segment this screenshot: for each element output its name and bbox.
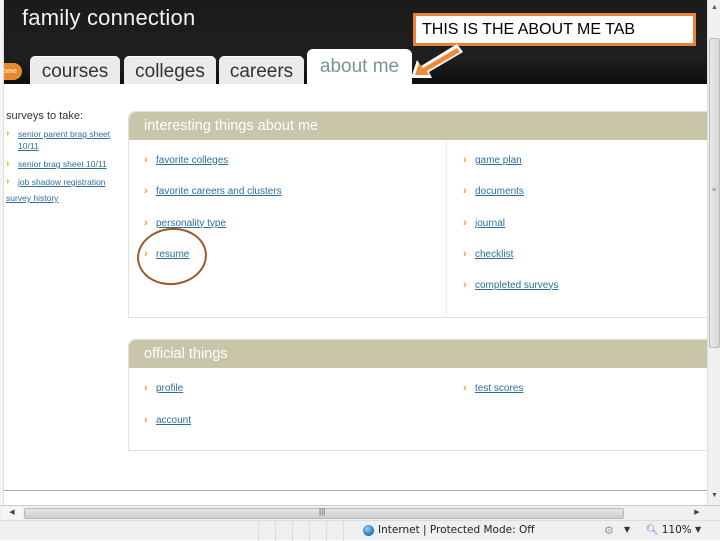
list-item: › journal: [463, 217, 505, 229]
link-game-plan[interactable]: game plan: [475, 155, 522, 166]
link-favorite-colleges[interactable]: favorite colleges: [156, 155, 228, 166]
grip-icon: |||: [319, 507, 326, 516]
zone-text: Internet | Protected Mode: Off: [378, 524, 535, 536]
survey-history-link[interactable]: survey history: [6, 193, 124, 203]
panel-column-right: › test scores: [448, 368, 707, 450]
chevron-right-icon: ›: [6, 128, 10, 139]
list-item: › documents: [463, 185, 524, 197]
magnifier-icon: 🔍︎: [646, 524, 659, 536]
surveys-title: surveys to take:: [6, 110, 84, 122]
list-item: › favorite careers and clusters: [144, 185, 282, 197]
chevron-right-icon: ›: [463, 154, 467, 166]
vertical-scrollbar[interactable]: ▲ ≡ ▼: [707, 0, 720, 505]
list-item: › favorite colleges: [144, 154, 228, 166]
panel-column-right: › game plan › documents › journal › chec…: [448, 140, 707, 317]
tab-courses[interactable]: courses: [30, 56, 120, 84]
chevron-right-icon: ›: [144, 217, 148, 229]
link-journal[interactable]: journal: [475, 218, 505, 229]
chevron-down-icon[interactable]: ▼: [624, 525, 630, 534]
surveys-sidebar: surveys to take: › senior parent brag sh…: [6, 110, 124, 203]
chevron-right-icon: ›: [463, 248, 467, 260]
link-test-scores[interactable]: test scores: [475, 383, 523, 394]
panel-official-things: official things › profile › account › te…: [128, 339, 707, 451]
zoom-control[interactable]: 🔍︎ 110%: [646, 524, 692, 536]
panel-title: official things: [129, 340, 707, 368]
grip-icon: ≡: [712, 187, 717, 194]
link-account[interactable]: account: [156, 415, 191, 426]
link-checklist[interactable]: checklist: [475, 249, 513, 260]
horizontal-scrollbar[interactable]: ◀ ||| ▶: [0, 505, 720, 520]
status-divider: [258, 521, 259, 541]
link-completed-surveys[interactable]: completed surveys: [475, 280, 558, 291]
tab-colleges[interactable]: colleges: [124, 56, 216, 84]
scroll-left-arrow-icon[interactable]: ◀: [2, 507, 22, 519]
survey-link-senior-parent-brag-sheet[interactable]: senior parent brag sheet 10/11: [18, 128, 124, 152]
panel-interesting-things: interesting things about me › favorite c…: [128, 111, 707, 318]
chevron-right-icon: ›: [144, 154, 148, 166]
addons-icon[interactable]: ⚙: [604, 524, 614, 537]
chevron-right-icon: ›: [463, 217, 467, 229]
link-profile[interactable]: profile: [156, 383, 183, 394]
security-zone[interactable]: Internet | Protected Mode: Off: [363, 524, 534, 536]
link-documents[interactable]: documents: [475, 186, 524, 197]
globe-icon: [363, 524, 374, 536]
status-divider: [275, 521, 276, 541]
survey-link-job-shadow-registration[interactable]: job shadow registration: [18, 176, 105, 188]
status-bar: Internet | Protected Mode: Off ⚙ ▼ 🔍︎ 11…: [0, 520, 720, 541]
tab-careers[interactable]: careers: [219, 56, 304, 84]
scroll-up-arrow-icon[interactable]: ▲: [708, 1, 720, 15]
link-favorite-careers[interactable]: favorite careers and clusters: [156, 186, 282, 197]
chevron-down-icon[interactable]: ▼: [695, 525, 701, 534]
chevron-right-icon: ›: [6, 176, 10, 187]
scroll-right-arrow-icon[interactable]: ▶: [690, 507, 704, 519]
survey-link-senior-brag-sheet[interactable]: senior brag sheet 10/11: [18, 158, 107, 170]
survey-item: › senior brag sheet 10/11: [6, 158, 124, 170]
zoom-level: 110%: [661, 524, 692, 536]
list-item: › test scores: [463, 382, 523, 394]
status-divider: [343, 521, 344, 541]
chevron-right-icon: ›: [463, 382, 467, 394]
chevron-right-icon: ›: [144, 382, 148, 394]
chevron-right-icon: ›: [463, 185, 467, 197]
window-left-edge: [0, 0, 4, 505]
list-item: › account: [144, 414, 191, 426]
tab-about-me[interactable]: about me: [307, 49, 412, 85]
browser-viewport: family connection ome courses colleges c…: [0, 0, 707, 505]
chevron-right-icon: ›: [6, 158, 10, 169]
chevron-right-icon: ›: [144, 185, 148, 197]
scroll-down-arrow-icon[interactable]: ▼: [708, 489, 720, 503]
list-item: › game plan: [463, 154, 522, 166]
survey-item: › job shadow registration: [6, 176, 124, 188]
vertical-scroll-thumb[interactable]: ≡: [709, 38, 720, 348]
list-item: › profile: [144, 382, 183, 394]
panel-title: interesting things about me: [129, 112, 707, 140]
chevron-right-icon: ›: [144, 414, 148, 426]
list-item: › completed surveys: [463, 279, 558, 291]
list-item: › personality type: [144, 217, 226, 229]
survey-item: › senior parent brag sheet 10/11: [6, 128, 124, 152]
annotation-arrow-icon: [411, 44, 463, 78]
panel-column-left: › profile › account: [129, 368, 447, 450]
brand-title: family connection: [22, 5, 196, 30]
status-divider: [326, 521, 327, 541]
status-divider: [292, 521, 293, 541]
list-item: › checklist: [463, 248, 513, 260]
chevron-right-icon: ›: [463, 279, 467, 291]
status-divider: [309, 521, 310, 541]
page-divider: [0, 490, 707, 491]
link-personality-type[interactable]: personality type: [156, 218, 226, 229]
